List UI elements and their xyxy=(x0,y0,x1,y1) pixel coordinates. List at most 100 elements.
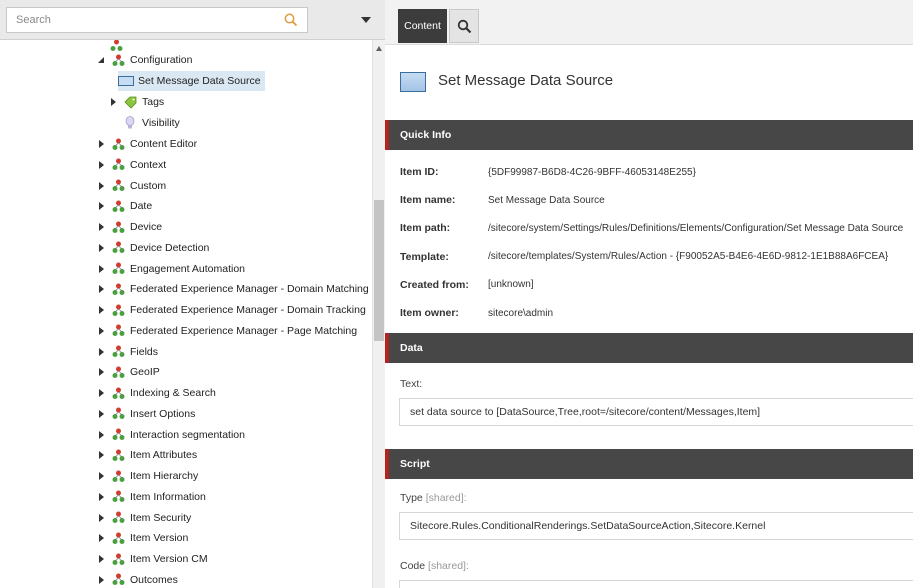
item-header: Set Message Data Source xyxy=(385,46,913,122)
section-data-header[interactable]: Data xyxy=(385,333,913,363)
tree-item[interactable]: Indexing & Search xyxy=(96,383,216,403)
rule-folder-icon xyxy=(110,572,126,588)
collapsed-arrow-icon[interactable] xyxy=(96,196,106,216)
section-title: Data xyxy=(400,342,423,354)
collapsed-arrow-icon[interactable] xyxy=(96,176,106,196)
tree-item-label: GeoIP xyxy=(130,366,160,379)
tree-item-label: Indexing & Search xyxy=(130,387,216,399)
collapsed-arrow-icon[interactable] xyxy=(96,508,106,528)
collapsed-arrow-icon[interactable] xyxy=(108,92,118,112)
tree-item-label: Custom xyxy=(130,179,167,192)
rule-folder-icon xyxy=(110,447,126,463)
rule-folder-icon xyxy=(110,385,126,401)
lightbulb-icon xyxy=(122,115,138,131)
tree-item[interactable]: Content Editor xyxy=(96,134,197,154)
tree-item-label: Federated Experience Manager - Page Matc… xyxy=(130,324,358,337)
rule-folder-icon xyxy=(110,178,126,194)
tree-item-visibility[interactable]: Visibility xyxy=(122,113,180,133)
tree-item[interactable]: Custom xyxy=(96,176,166,196)
tab-content[interactable]: Content xyxy=(398,9,447,43)
collapsed-arrow-icon[interactable] xyxy=(96,134,106,154)
tree-item[interactable]: Item Attributes xyxy=(96,445,197,465)
search-button[interactable] xyxy=(278,8,306,32)
tree-item[interactable]: Item Information xyxy=(96,487,206,507)
type-field[interactable]: Sitecore.Rules.ConditionalRenderings.Set… xyxy=(399,512,913,540)
rule-folder-icon xyxy=(110,344,126,360)
tree-item[interactable]: Federated Experience Manager - Domain Tr… xyxy=(96,300,366,320)
collapsed-arrow-icon[interactable] xyxy=(96,549,106,569)
tree-item[interactable]: Item Version CM xyxy=(96,549,208,569)
collapsed-arrow-icon[interactable] xyxy=(96,570,106,588)
tree-item-label: Insert Options xyxy=(130,407,196,420)
collapsed-arrow-icon[interactable] xyxy=(96,321,106,341)
tree-item-label: Interaction segmentation xyxy=(130,428,245,441)
tree-item[interactable]: GeoIP xyxy=(96,362,160,382)
tree-item[interactable]: Federated Experience Manager - Page Matc… xyxy=(96,321,357,341)
tree-item-label: Federated Experience Manager - Domain Tr… xyxy=(130,304,366,316)
scroll-up-arrow-icon[interactable] xyxy=(376,46,382,51)
tree-item[interactable]: Item Security xyxy=(96,508,191,528)
text-field[interactable]: set data source to [DataSource,Tree,root… xyxy=(399,398,913,426)
collapsed-arrow-icon[interactable] xyxy=(96,487,106,507)
shared-marker: [shared]: xyxy=(428,560,469,572)
tree-item-label: Device Detection xyxy=(130,241,210,254)
section-quick-info-header[interactable]: Quick Info xyxy=(385,120,913,150)
collapsed-arrow-icon[interactable] xyxy=(96,425,106,445)
tree-item[interactable]: Context xyxy=(96,155,166,175)
code-field[interactable] xyxy=(399,580,913,588)
quick-info-row: Item name: Set Message Data Source xyxy=(385,186,913,214)
content-tree: Configuration Set Message Data Source Ta… xyxy=(0,40,372,588)
rule-folder-icon xyxy=(110,551,126,567)
tag-icon xyxy=(122,94,138,110)
rule-folder-icon xyxy=(110,198,126,214)
tree-item[interactable]: Federated Experience Manager - Domain Ma… xyxy=(96,279,369,299)
rule-folder-icon xyxy=(110,468,126,484)
collapsed-arrow-icon[interactable] xyxy=(96,155,106,175)
tree-search-bar xyxy=(0,0,385,40)
scrollbar-thumb[interactable] xyxy=(374,200,384,341)
collapsed-arrow-icon[interactable] xyxy=(96,342,106,362)
tree-item[interactable]: Item Version xyxy=(96,528,188,548)
search-options-dropdown[interactable] xyxy=(356,8,376,32)
tree-item-label: Fields xyxy=(130,345,159,358)
expanded-arrow-icon[interactable] xyxy=(96,50,106,70)
tree-item[interactable]: Item Hierarchy xyxy=(96,466,198,486)
quick-info-label: Item name: xyxy=(400,194,456,207)
collapsed-arrow-icon[interactable] xyxy=(96,259,106,279)
tree-item-tags[interactable]: Tags xyxy=(108,92,164,112)
tree-item[interactable]: Fields xyxy=(96,342,158,362)
collapsed-arrow-icon[interactable] xyxy=(96,383,106,403)
tree-item[interactable]: Date xyxy=(96,196,152,216)
tree-item-label: Outcomes xyxy=(130,573,178,586)
tab-search[interactable] xyxy=(449,9,479,43)
collapsed-arrow-icon[interactable] xyxy=(96,404,106,424)
tree-item-set-message-data-source[interactable]: Set Message Data Source xyxy=(118,71,265,91)
section-script-header[interactable]: Script xyxy=(385,449,913,479)
search-input[interactable] xyxy=(6,7,308,33)
collapsed-arrow-icon[interactable] xyxy=(96,300,106,320)
tree-item-label: Date xyxy=(130,200,153,213)
quick-info-value[interactable]: {5DF99987-B6D8-4C26-9BFF-46053148E255} xyxy=(488,167,696,178)
tree-item[interactable]: Engagement Automation xyxy=(96,259,245,279)
collapsed-arrow-icon[interactable] xyxy=(96,466,106,486)
tree-item[interactable]: Device Detection xyxy=(96,238,209,258)
quick-info-row: Item ID: {5DF99987-B6D8-4C26-9BFF-4605314… xyxy=(385,158,913,186)
collapsed-arrow-icon[interactable] xyxy=(96,279,106,299)
rule-folder-icon xyxy=(110,302,126,318)
collapsed-arrow-icon[interactable] xyxy=(96,217,106,237)
tree-item[interactable]: Interaction segmentation xyxy=(96,425,245,445)
tree-scrollbar[interactable] xyxy=(372,40,385,588)
rule-folder-icon xyxy=(110,323,126,339)
tree-item[interactable]: Insert Options xyxy=(96,404,195,424)
tree-item-configuration[interactable]: Configuration xyxy=(96,50,192,70)
rule-folder-icon xyxy=(110,136,126,152)
tree-item[interactable]: Device xyxy=(96,217,162,237)
action-item-icon xyxy=(118,73,134,89)
tree-item-label: Federated Experience Manager - Domain Ma… xyxy=(130,283,369,296)
collapsed-arrow-icon[interactable] xyxy=(96,238,106,258)
collapsed-arrow-icon[interactable] xyxy=(96,528,106,548)
tree-item[interactable]: Outcomes xyxy=(96,570,178,588)
collapsed-arrow-icon[interactable] xyxy=(96,445,106,465)
collapsed-arrow-icon[interactable] xyxy=(96,362,106,382)
content-editor-pane: Content Set Message Data Source Quick In… xyxy=(385,0,913,588)
